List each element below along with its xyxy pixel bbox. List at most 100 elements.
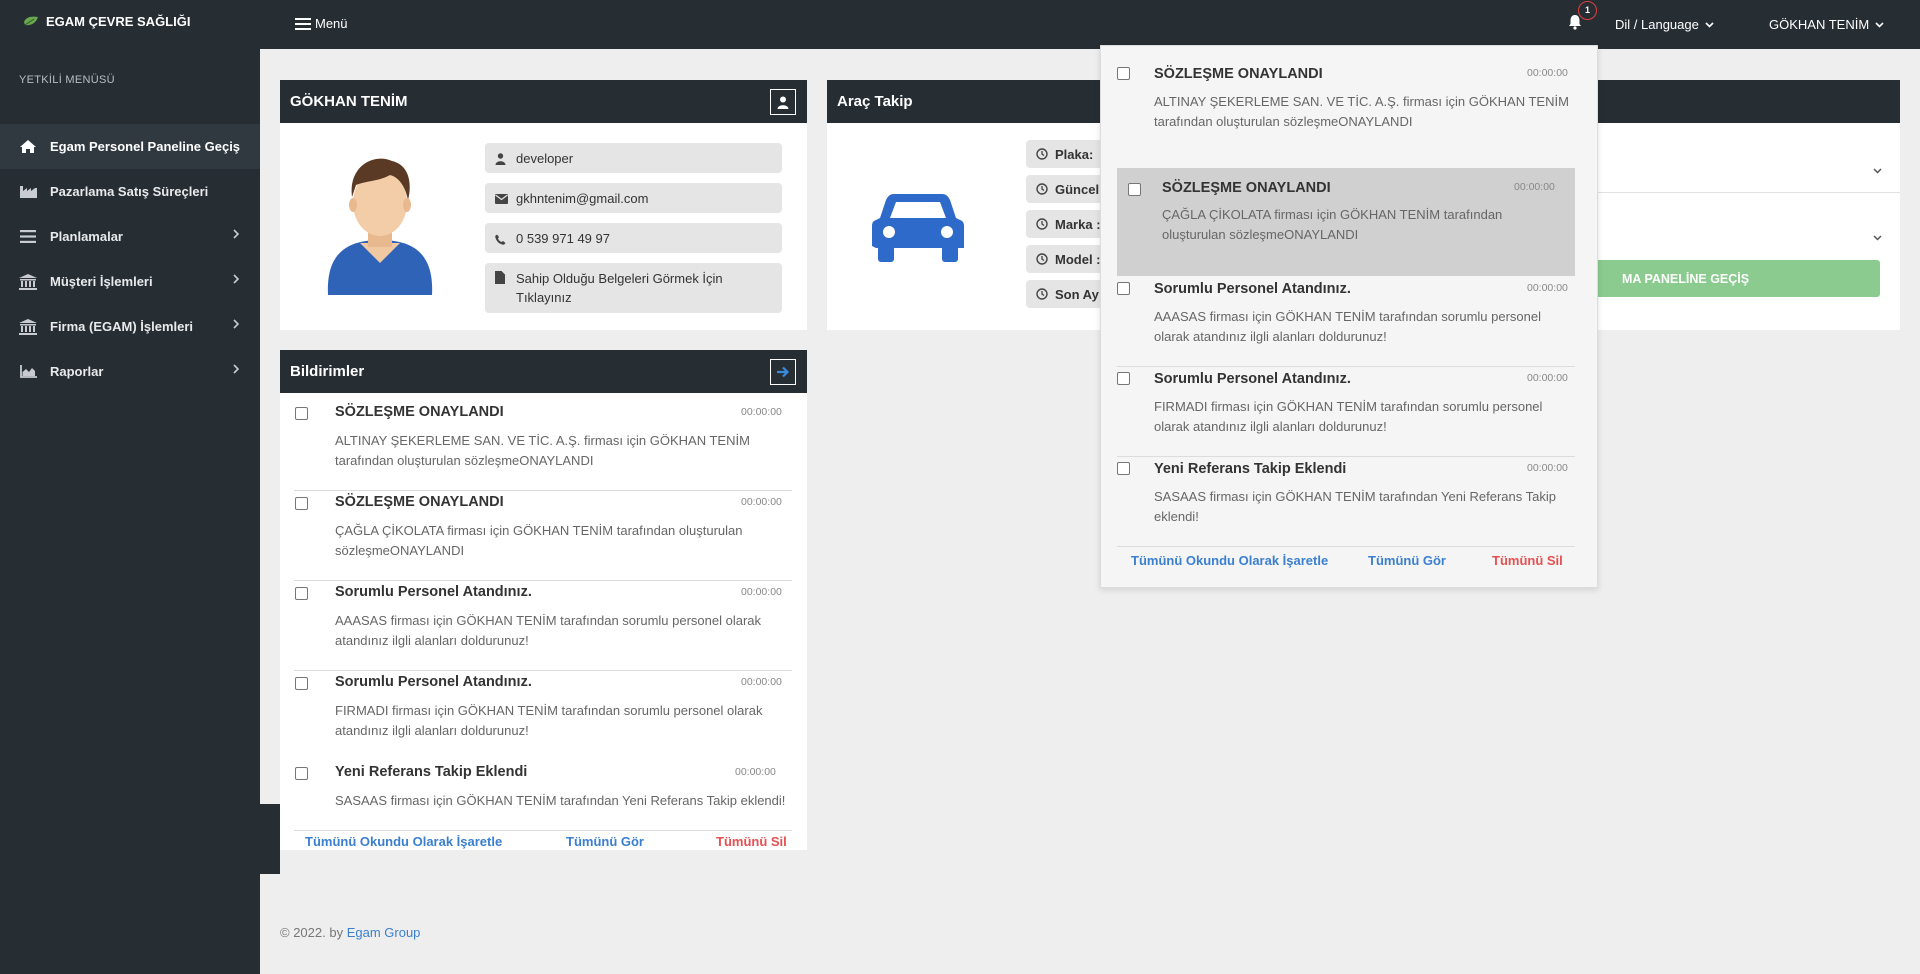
notification-checkbox[interactable]	[295, 677, 308, 690]
sidebar-item-label: Planlamalar	[50, 229, 123, 244]
notification-item[interactable]: Sorumlu Personel Atandınız. 00:00:00 FIR…	[280, 663, 807, 753]
vehicle-model-label: Model :	[1055, 251, 1101, 267]
notification-title: Sorumlu Personel Atandınız.	[1154, 281, 1351, 297]
username-value: developer	[516, 150, 574, 166]
notification-item[interactable]: Sorumlu Personel Atandınız. 00:00:00 AAA…	[280, 573, 807, 663]
notification-count-badge: 1	[1578, 1, 1597, 20]
notification-title: SÖZLEŞME ONAYLANDI	[1162, 180, 1331, 196]
see-all-link[interactable]: Tümünü Gör	[1368, 553, 1446, 568]
panel-switch-label: MA PANELİNE GEÇİŞ	[1622, 271, 1750, 286]
vehicle-title: Araç Takip	[837, 93, 913, 110]
sidebar-item-label: Firma (EGAM) İşlemleri	[50, 319, 194, 334]
notification-checkbox[interactable]	[295, 587, 308, 600]
notification-item[interactable]: SÖZLEŞME ONAYLANDI 00:00:00 ALTINAY ŞEKE…	[1114, 66, 1584, 146]
brand[interactable]: EGAM ÇEVRE SAĞLIĞI	[22, 14, 190, 29]
notification-checkbox[interactable]	[1128, 183, 1141, 196]
notification-item[interactable]: SÖZLEŞME ONAYLANDI 00:00:00 ALTINAY ŞEKE…	[280, 393, 807, 483]
notifications-panel-header: Bildirimler	[280, 350, 807, 393]
notification-body: SASAAS firması için GÖKHAN TENİM tarafın…	[335, 793, 786, 808]
vehicle-plate-label: Plaka:	[1055, 146, 1094, 162]
profile-button[interactable]	[770, 89, 796, 115]
sidebar-item-musteri[interactable]: Müşteri İşlemleri	[0, 259, 260, 304]
bank-icon	[18, 272, 38, 292]
language-dropdown[interactable]: Dil / Language	[1615, 17, 1714, 32]
clock-icon	[1036, 253, 1048, 265]
notification-title: Sorumlu Personel Atandınız.	[335, 674, 532, 690]
notification-checkbox[interactable]	[1117, 67, 1130, 80]
panel-switch-button[interactable]: MA PANELİNE GEÇİŞ	[1580, 260, 1880, 297]
delete-all-link[interactable]: Tümünü Sil	[1492, 553, 1563, 568]
notification-item[interactable]: SÖZLEŞME ONAYLANDI 00:00:00 ÇAĞLA ÇİKOLA…	[1117, 168, 1575, 276]
notification-item-hovered[interactable]: SÖZLEŞME ONAYLANDI 00:00:00 ÇAĞLA ÇİKOLA…	[1117, 168, 1575, 276]
go-notifications-button[interactable]	[770, 359, 796, 385]
notification-checkbox[interactable]	[1117, 462, 1130, 475]
sidebar-item-firma[interactable]: Firma (EGAM) İşlemleri	[0, 304, 260, 349]
divider	[294, 830, 792, 831]
notification-body: FIRMADI firması için GÖKHAN TENİM tarafı…	[1154, 399, 1543, 434]
sidebar-item-planlamalar[interactable]: Planlamalar	[0, 214, 260, 259]
notification-checkbox[interactable]	[1117, 282, 1130, 295]
vehicle-model: Model :	[1026, 245, 1106, 273]
notification-dropdown: SÖZLEŞME ONAYLANDI 00:00:00 ALTINAY ŞEKE…	[1100, 45, 1598, 588]
menu-toggle-button[interactable]: Menü	[295, 16, 348, 31]
leaf-logo-icon	[22, 15, 40, 29]
mark-all-read-link[interactable]: Tümünü Okundu Olarak İşaretle	[305, 834, 502, 849]
user-menu-dropdown[interactable]: GÖKHAN TENİM	[1769, 17, 1884, 32]
notification-item[interactable]: SÖZLEŞME ONAYLANDI 00:00:00 ÇAĞLA ÇİKOLA…	[280, 483, 807, 573]
notification-title: SÖZLEŞME ONAYLANDI	[335, 404, 504, 420]
notification-item[interactable]: Yeni Referans Takip Eklendi 00:00:00 SAS…	[1114, 461, 1584, 541]
sidebar-item-egam-personel[interactable]: Egam Personel Paneline Geçiş	[0, 124, 260, 169]
notification-item[interactable]: Yeni Referans Takip Eklendi 00:00:00 SAS…	[280, 753, 807, 823]
notification-time: 00:00:00	[1527, 462, 1568, 474]
notification-body: AAASAS firması için GÖKHAN TENİM tarafın…	[335, 613, 762, 648]
car-icon	[872, 190, 964, 263]
notification-time: 00:00:00	[741, 406, 782, 418]
envelope-icon	[495, 194, 509, 204]
factory-icon	[18, 182, 38, 202]
footer-link[interactable]: Egam Group	[347, 925, 421, 940]
documents-link[interactable]: Sahip Olduğu Belgeleri Görmek İçin Tıkla…	[485, 263, 782, 313]
sidebar-item-pazarlama[interactable]: Pazarlama Satış Süreçleri	[0, 169, 260, 214]
sidebar-item-raporlar[interactable]: Raporlar	[0, 349, 260, 394]
profile-title: GÖKHAN TENİM	[290, 93, 408, 110]
notification-time: 00:00:00	[1527, 282, 1568, 294]
vehicle-brand-label: Marka :	[1055, 216, 1101, 232]
footer: © 2022. by Egam Group	[280, 925, 420, 940]
chevron-right-icon	[233, 274, 239, 284]
notification-checkbox[interactable]	[295, 407, 308, 420]
chevron-right-icon	[233, 364, 239, 374]
notification-item[interactable]: Sorumlu Personel Atandınız. 00:00:00 FIR…	[1114, 371, 1584, 451]
see-all-link[interactable]: Tümünü Gör	[566, 834, 644, 849]
vehicle-panel-header: Araç Takip	[827, 80, 1107, 123]
phone-value: 0 539 971 49 97	[516, 230, 610, 246]
delete-all-link[interactable]: Tümünü Sil	[716, 834, 787, 849]
clock-icon	[1036, 218, 1048, 230]
phone-icon	[495, 234, 509, 245]
clock-icon	[1036, 183, 1048, 195]
notification-time: 00:00:00	[735, 766, 776, 778]
vehicle-brand: Marka :	[1026, 210, 1106, 238]
notification-time: 00:00:00	[741, 496, 782, 508]
divider	[1117, 366, 1575, 367]
notification-checkbox[interactable]	[295, 497, 308, 510]
top-navbar: EGAM ÇEVRE SAĞLIĞI Menü 1 Dil / Language…	[0, 0, 1920, 49]
sidebar: YETKİLİ MENÜSÜ Egam Personel Paneline Ge…	[0, 49, 260, 974]
mark-all-read-link[interactable]: Tümünü Okundu Olarak İşaretle	[1131, 553, 1328, 568]
notification-item[interactable]: Sorumlu Personel Atandınız. 00:00:00 AAA…	[1114, 281, 1584, 361]
vehicle-last-month: Son Ay	[1026, 280, 1106, 308]
notification-body: ÇAĞLA ÇİKOLATA firması için GÖKHAN TENİM…	[1162, 207, 1503, 242]
email-field: gkhntenim@gmail.com	[485, 183, 782, 213]
notification-time: 00:00:00	[1527, 67, 1568, 79]
notification-time: 00:00:00	[741, 676, 782, 688]
notification-checkbox[interactable]	[1117, 372, 1130, 385]
chevron-down-icon[interactable]	[1873, 168, 1882, 174]
footer-text: © 2022. by	[280, 925, 344, 940]
menu-label: Menü	[315, 16, 348, 31]
notification-checkbox[interactable]	[295, 767, 308, 780]
sidebar-item-label: Raporlar	[50, 364, 104, 379]
vehicle-current-label: Güncel	[1055, 181, 1100, 197]
chevron-down-icon[interactable]	[1873, 235, 1882, 241]
user-icon	[777, 96, 789, 109]
sidebar-title: YETKİLİ MENÜSÜ	[19, 74, 115, 86]
profile-panel: GÖKHAN TENİM developer gkhntenim@gmail.c…	[280, 80, 807, 330]
